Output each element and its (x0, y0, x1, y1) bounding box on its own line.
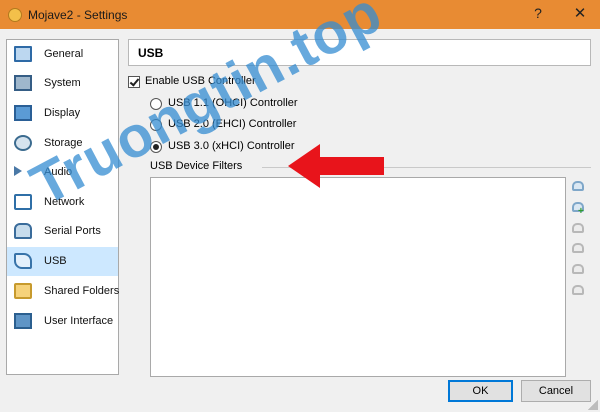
remove-filter-button[interactable] (572, 243, 586, 256)
red-arrow-annotation (288, 144, 384, 188)
remove-filter-icon (572, 243, 584, 253)
user-interface-icon (14, 313, 32, 329)
move-filter-down-button[interactable] (572, 285, 586, 298)
edit-filter-icon (572, 223, 584, 233)
sidebar-item-label: System (44, 77, 81, 89)
checkbox-checked[interactable] (128, 76, 140, 88)
serial-port-icon (14, 223, 32, 239)
add-filter-from-device-button[interactable]: + (572, 202, 586, 217)
add-empty-filter-icon (572, 181, 584, 191)
sidebar-item-shared-folders[interactable]: Shared Folders (7, 277, 120, 306)
add-empty-filter-button[interactable] (572, 181, 586, 194)
move-filter-down-icon (572, 285, 584, 295)
sidebar-item-label: Serial Ports (44, 225, 101, 237)
close-button[interactable]: ✕ (571, 4, 589, 24)
sidebar-item-label: Display (44, 107, 81, 119)
plus-icon: + (578, 206, 584, 217)
resize-grip[interactable] (588, 400, 598, 410)
display-icon (14, 105, 32, 121)
cancel-button[interactable]: Cancel (521, 380, 591, 402)
edit-filter-button[interactable] (572, 223, 586, 236)
usb-device-filters-label: USB Device Filters (150, 160, 243, 172)
usb-filters-list[interactable] (150, 177, 566, 377)
sidebar-item-usb[interactable]: USB (7, 247, 118, 276)
chip-icon (14, 75, 32, 91)
sidebar-item-serial-ports[interactable]: Serial Ports (7, 217, 118, 246)
folder-icon (14, 283, 32, 299)
move-filter-up-button[interactable] (572, 264, 586, 277)
virtualbox-icon (8, 8, 22, 22)
usb-icon (14, 253, 32, 269)
help-button[interactable]: ? (530, 5, 546, 23)
sidebar-item-system[interactable]: System (7, 69, 118, 98)
sidebar-item-user-interface[interactable]: User Interface (7, 307, 118, 336)
sidebar-item-general[interactable]: General (7, 40, 118, 69)
sidebar-item-label: General (44, 48, 84, 60)
ok-button[interactable]: OK (448, 380, 513, 402)
speaker-icon (14, 166, 22, 176)
sidebar-item-label: User Interface (44, 315, 114, 327)
page-title: USB (138, 46, 164, 60)
monitor-icon (14, 46, 32, 62)
disk-icon (14, 135, 32, 151)
sidebar-item-label: USB (44, 255, 67, 267)
sidebar-item-label: Shared Folders (44, 285, 120, 297)
network-icon (14, 194, 32, 210)
window-title: Mojave2 - Settings (28, 8, 128, 22)
move-filter-up-icon (572, 264, 584, 274)
